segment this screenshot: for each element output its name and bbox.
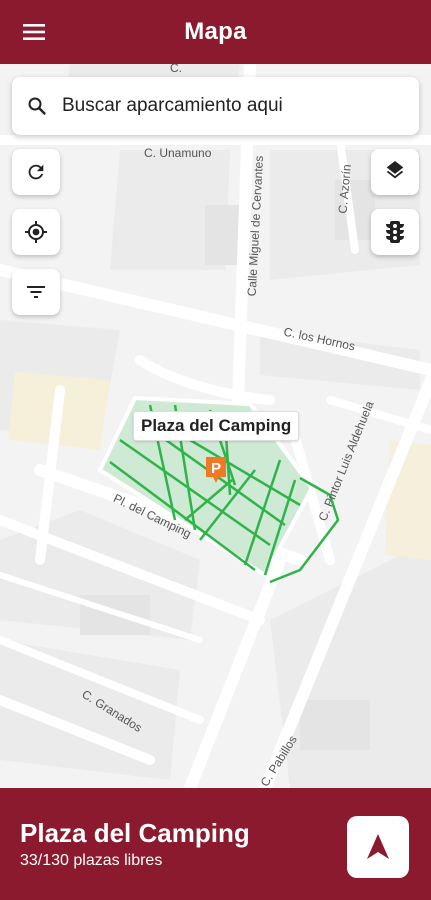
availability-text: 33/130 plazas libres — [20, 852, 163, 869]
street-label: C. Unamuno — [144, 146, 212, 160]
refresh-button[interactable] — [12, 149, 60, 195]
my-location-button[interactable] — [12, 209, 60, 255]
app-bar: Mapa — [0, 0, 431, 64]
street-label: C. — [170, 64, 182, 75]
search-placeholder: Buscar aparcamiento aqui — [62, 95, 283, 116]
navigate-button[interactable] — [347, 816, 409, 878]
filter-button[interactable] — [12, 269, 60, 315]
traffic-light-icon — [386, 221, 404, 243]
traffic-button[interactable] — [371, 209, 419, 255]
filter-icon — [27, 286, 45, 298]
parking-marker-icon[interactable]: P — [205, 456, 227, 489]
layers-button[interactable] — [371, 149, 419, 195]
hamburger-menu-icon[interactable] — [14, 16, 54, 48]
my-location-icon — [25, 221, 47, 243]
selected-place-name: Plaza del Camping — [20, 818, 250, 848]
parking-marker-label: P — [211, 460, 221, 477]
place-label[interactable]: Plaza del Camping — [133, 411, 300, 441]
layers-icon — [386, 161, 404, 179]
search-icon — [12, 96, 62, 116]
page-title: Mapa — [184, 18, 247, 45]
search-input[interactable]: Buscar aparcamiento aqui — [12, 77, 419, 135]
refresh-icon — [28, 164, 44, 180]
navigation-arrow-icon — [367, 834, 389, 859]
